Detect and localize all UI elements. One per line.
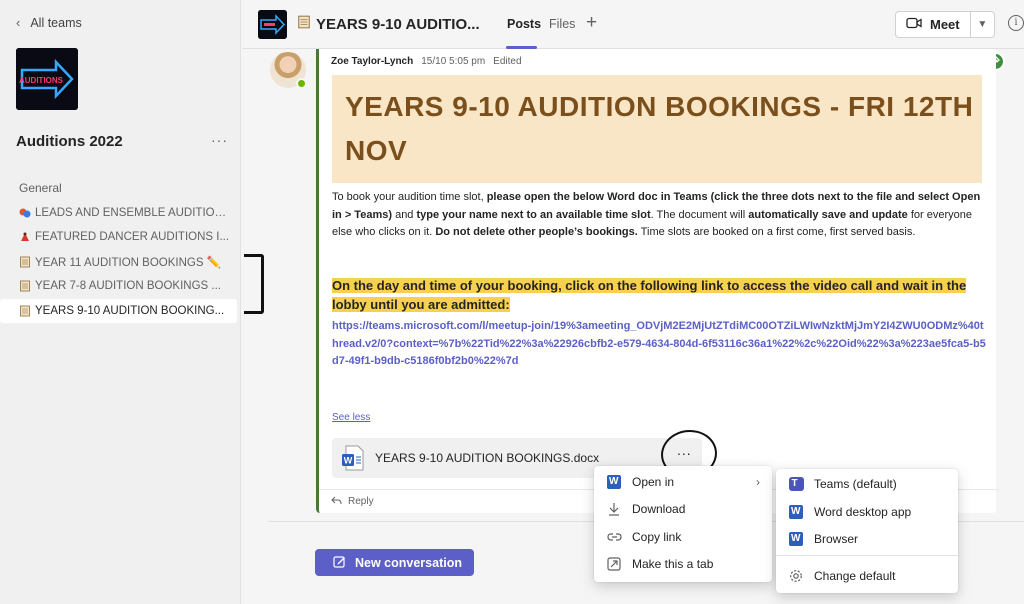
chevron-down-icon[interactable]: ▼ — [971, 19, 994, 30]
menu-item-label: Copy link — [632, 530, 682, 544]
submenu-item-label: Browser — [814, 532, 859, 546]
channel-list: General LEADS AND ENSEMBLE AUDITION... F… — [0, 176, 241, 323]
submenu-item-teams[interactable]: Teams (default) — [776, 470, 958, 498]
new-conversation-label: New conversation — [355, 555, 462, 570]
post-banner: YEARS 9-10 AUDITION BOOKINGS - FRI 12TH … — [332, 75, 982, 183]
menu-divider — [776, 555, 958, 556]
channel-label: LEADS AND ENSEMBLE AUDITION... — [35, 206, 230, 219]
word-icon — [788, 531, 804, 547]
more-options-icon: ... — [677, 442, 692, 458]
meeting-link[interactable]: https://teams.microsoft.com/l/meetup-joi… — [332, 318, 987, 371]
presence-available-icon — [296, 78, 307, 89]
add-tab-icon[interactable]: + — [586, 12, 597, 34]
channel-years-9-10[interactable]: YEARS 9-10 AUDITION BOOKING... — [0, 298, 237, 323]
chevron-left-icon: ‹ — [16, 15, 21, 30]
notepad-icon — [19, 280, 31, 292]
meet-button[interactable]: Meet ▼ — [895, 11, 995, 38]
channel-label: YEAR 11 AUDITION BOOKINGS ✏️ — [35, 256, 222, 269]
teams-icon — [788, 476, 804, 492]
highlighted-instruction: On the day and time of your booking, cli… — [332, 277, 984, 314]
team-more-options-icon[interactable]: ··· — [211, 132, 228, 148]
notepad-icon — [19, 256, 31, 268]
download-icon — [606, 501, 622, 517]
menu-item-make-tab[interactable]: Make this a tab — [594, 550, 772, 578]
channel-label: General — [19, 181, 62, 196]
annotation-bracket — [244, 254, 264, 314]
file-context-menu: Open in › Download Copy link Make this a… — [594, 466, 772, 582]
notepad-icon — [297, 15, 311, 33]
chevron-right-icon: › — [756, 475, 760, 489]
channel-year-11[interactable]: YEAR 11 AUDITION BOOKINGS ✏️ — [0, 250, 241, 275]
word-icon — [606, 474, 622, 490]
menu-item-download[interactable]: Download — [594, 495, 772, 523]
channel-label: YEAR 7-8 AUDITION BOOKINGS ... — [35, 280, 221, 293]
avatar[interactable] — [270, 52, 307, 89]
post-title: YEARS 9-10 AUDITION BOOKINGS - FRI 12TH … — [345, 91, 974, 166]
meet-now-button[interactable]: Meet — [896, 12, 971, 37]
reply-arrow-icon — [331, 496, 342, 508]
submenu-item-browser[interactable]: Browser — [776, 525, 958, 553]
file-name: YEARS 9-10 AUDITION BOOKINGS.docx — [375, 451, 600, 465]
body-text-part: . The document will — [650, 208, 749, 221]
compose-icon — [333, 555, 346, 571]
team-logo[interactable]: AUDITIONS — [16, 48, 78, 110]
body-text-part: automatically save and update — [748, 208, 908, 221]
video-camera-icon — [906, 17, 922, 32]
all-teams-back-link[interactable]: ‹ All teams — [16, 15, 82, 30]
svg-text:AUDITIONS: AUDITIONS — [19, 76, 64, 85]
meet-label: Meet — [930, 17, 960, 32]
channel-title: YEARS 9-10 AUDITIO... — [297, 15, 480, 33]
link-icon — [606, 529, 622, 545]
menu-item-label: Make this a tab — [632, 557, 714, 571]
channel-post: Zoe Taylor-Lynch 15/10 5:05 pm Edited YE… — [316, 49, 999, 513]
sidebar: ‹ All teams AUDITIONS Auditions 2022 ···… — [0, 0, 241, 604]
submenu-item-label: Word desktop app — [814, 505, 912, 519]
channel-header: YEARS 9-10 AUDITIO... Posts Files + Meet… — [242, 0, 1024, 49]
highlight-text: On the day and time of your booking, cli… — [332, 278, 967, 312]
channel-title-text: YEARS 9-10 AUDITIO... — [316, 15, 480, 33]
channel-label: YEARS 9-10 AUDITION BOOKING... — [35, 304, 225, 317]
menu-item-label: Download — [632, 502, 686, 516]
post-edited-label: Edited — [493, 56, 522, 67]
post-timestamp: 15/10 5:05 pm — [421, 56, 486, 67]
tab-posts[interactable]: Posts — [507, 17, 541, 31]
menu-item-copy-link[interactable]: Copy link — [594, 523, 772, 551]
post-meta: Zoe Taylor-Lynch 15/10 5:05 pm Edited — [331, 56, 522, 67]
channel-featured-dancer[interactable]: FEATURED DANCER AUDITIONS I... — [0, 225, 241, 250]
channel-year-7-8[interactable]: YEAR 7-8 AUDITION BOOKINGS ... — [0, 274, 241, 299]
new-conversation-button[interactable]: New conversation — [315, 549, 474, 576]
tab-files[interactable]: Files — [549, 17, 575, 31]
reply-label: Reply — [348, 496, 374, 507]
menu-item-open-in[interactable]: Open in › — [594, 468, 772, 496]
notepad-icon — [19, 305, 31, 317]
dancer-icon — [19, 231, 31, 243]
channel-general[interactable]: General — [0, 176, 241, 201]
submenu-item-label: Change default — [814, 569, 896, 583]
body-text-part: Time slots are booked on a first come, f… — [637, 226, 916, 238]
word-document-icon: W — [341, 445, 365, 471]
body-text-part: Do not delete other people’s bookings. — [435, 226, 638, 238]
word-icon — [788, 504, 804, 520]
see-less-link[interactable]: See less — [332, 412, 370, 423]
submenu-item-change-default[interactable]: Change default — [776, 562, 958, 590]
body-text-part: and — [392, 208, 417, 221]
gear-icon — [788, 568, 804, 584]
info-icon[interactable]: i — [1008, 15, 1024, 31]
team-name: Auditions 2022 — [16, 133, 123, 150]
channel-label: FEATURED DANCER AUDITIONS I... — [35, 231, 230, 244]
submenu-item-label: Teams (default) — [814, 477, 897, 491]
body-text-part: To book your audition time slot, — [332, 191, 487, 203]
body-text-part: type your name next to an available time… — [416, 208, 651, 221]
menu-item-label: Open in — [632, 475, 675, 489]
channel-leads-ensemble[interactable]: LEADS AND ENSEMBLE AUDITION... — [0, 201, 241, 226]
channel-logo — [258, 10, 287, 39]
svg-text:W: W — [344, 456, 353, 466]
all-teams-label: All teams — [30, 15, 82, 30]
open-in-submenu: Teams (default) Word desktop app Browser… — [776, 469, 958, 593]
theatre-masks-icon — [19, 207, 31, 219]
tab-icon — [606, 556, 622, 572]
post-author[interactable]: Zoe Taylor-Lynch — [331, 56, 413, 67]
submenu-item-word-desktop[interactable]: Word desktop app — [776, 498, 958, 526]
post-body: To book your audition time slot, please … — [332, 189, 982, 242]
